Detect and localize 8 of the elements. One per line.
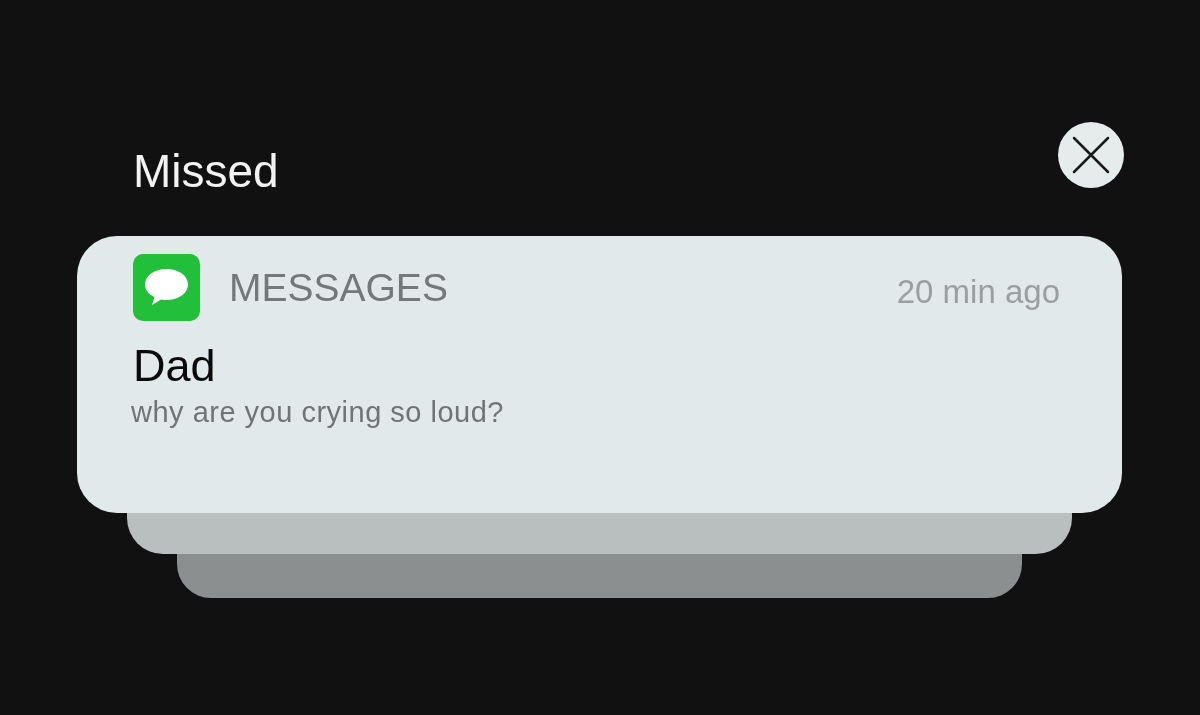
section-title: Missed xyxy=(133,144,279,194)
app-name: MESSAGES xyxy=(229,268,448,307)
timestamp: 20 min ago xyxy=(896,275,1060,308)
close-icon xyxy=(1072,136,1110,174)
notification-card[interactable]: MESSAGES 20 min ago Dad why are you crying so loud? xyxy=(77,236,1122,513)
chat-bubble-icon xyxy=(133,254,200,321)
message-text: why are you crying so loud? xyxy=(131,398,505,427)
sender-name: Dad xyxy=(133,343,217,388)
